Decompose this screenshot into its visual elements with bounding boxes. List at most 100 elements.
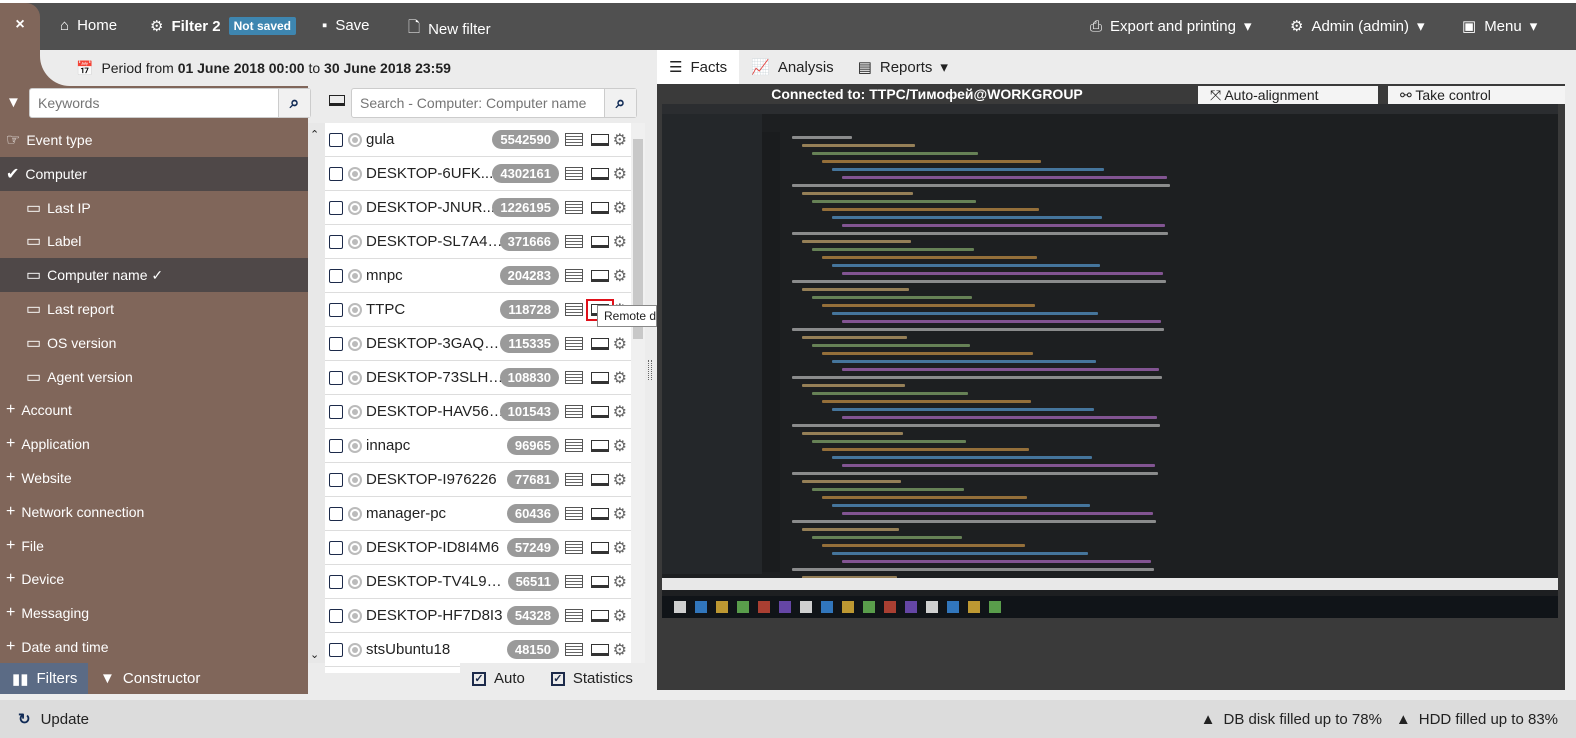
- auto-alignment-button[interactable]: ⤧ Auto-alignment: [1198, 86, 1378, 104]
- list-item[interactable]: gula 5542590 ⚙: [325, 123, 631, 157]
- gears-icon[interactable]: ⚙: [613, 572, 627, 592]
- details-icon[interactable]: [565, 439, 583, 452]
- tab-analysis[interactable]: 📈 Analysis: [739, 50, 846, 84]
- remote-desktop-icon[interactable]: [591, 473, 609, 486]
- sidebar-item[interactable]: + Messaging: [0, 596, 308, 630]
- row-checkbox[interactable]: [329, 234, 343, 249]
- row-checkbox[interactable]: [329, 200, 343, 215]
- list-item[interactable]: DESKTOP-HF7D8I3 54328 ⚙: [325, 599, 631, 633]
- details-icon[interactable]: [565, 473, 583, 486]
- keywords-input[interactable]: [30, 89, 278, 117]
- sidebar-item[interactable]: + Device: [0, 562, 308, 596]
- export-menu[interactable]: ⎙ Export and printing ▾: [1090, 17, 1251, 36]
- list-item[interactable]: DESKTOP-JNUR... 1226195 ⚙: [325, 191, 631, 225]
- details-icon[interactable]: [565, 133, 583, 146]
- remote-desktop-icon[interactable]: [591, 643, 609, 656]
- list-item[interactable]: DESKTOP-ID8I4M6 57249 ⚙: [325, 531, 631, 565]
- sidebar-item[interactable]: + File: [0, 529, 308, 563]
- list-item[interactable]: innapc 96965 ⚙: [325, 429, 631, 463]
- remote-screen[interactable]: [662, 104, 1558, 616]
- list-item[interactable]: DESKTOP-SL7A47M 371666 ⚙: [325, 225, 631, 259]
- row-checkbox[interactable]: [329, 608, 343, 623]
- list-item[interactable]: mnpc 204283 ⚙: [325, 259, 631, 293]
- list-item[interactable]: manager-pc 60436 ⚙: [325, 497, 631, 531]
- row-checkbox[interactable]: [329, 268, 343, 283]
- remote-desktop-icon[interactable]: [591, 371, 609, 384]
- sidebar-item[interactable]: ▭ Last IP: [0, 191, 308, 225]
- details-icon[interactable]: [565, 303, 583, 316]
- update-button[interactable]: Update: [41, 711, 89, 728]
- gears-icon[interactable]: ⚙: [613, 606, 627, 626]
- row-checkbox[interactable]: [329, 302, 343, 317]
- gears-icon[interactable]: ⚙: [613, 470, 627, 490]
- details-icon[interactable]: [565, 235, 583, 248]
- sidebar-item[interactable]: + Date and time: [0, 630, 308, 664]
- close-button[interactable]: ×: [0, 3, 40, 50]
- sidebar-item[interactable]: ▭ Label: [0, 224, 308, 258]
- remote-desktop-icon[interactable]: [591, 167, 609, 180]
- row-checkbox[interactable]: [329, 370, 343, 385]
- period-selector[interactable]: 📅 Period from 01 June 2018 00:00 to 30 J…: [40, 50, 657, 86]
- gears-icon[interactable]: ⚙: [613, 640, 627, 660]
- sidebar-item[interactable]: + Network connection: [0, 495, 308, 529]
- gears-icon[interactable]: ⚙: [613, 198, 627, 218]
- details-icon[interactable]: [565, 167, 583, 180]
- gears-icon[interactable]: ⚙: [613, 538, 627, 558]
- gears-icon[interactable]: ⚙: [613, 436, 627, 456]
- tab-reports[interactable]: ▤ Reports ▾: [846, 50, 960, 84]
- statistics-checkbox[interactable]: ✓: [550, 671, 565, 686]
- auto-checkbox[interactable]: ✓: [472, 671, 486, 686]
- remote-desktop-icon[interactable]: [591, 235, 609, 248]
- remote-desktop-icon[interactable]: [591, 575, 609, 588]
- gears-icon[interactable]: ⚙: [613, 232, 627, 252]
- tab-constructor[interactable]: ▼ Constructor: [88, 663, 212, 694]
- list-item[interactable]: TTPC118728⚙: [325, 293, 631, 327]
- take-control-button[interactable]: ⚯ Take control: [1388, 86, 1565, 104]
- row-checkbox[interactable]: [329, 540, 343, 555]
- details-icon[interactable]: [565, 643, 583, 656]
- gears-icon[interactable]: ⚙: [613, 334, 627, 354]
- sidebar-item[interactable]: ▭ OS version: [0, 326, 308, 360]
- tab-facts[interactable]: ☰ Facts: [657, 50, 740, 84]
- scroll-down-icon[interactable]: ⌄: [310, 648, 319, 661]
- sidebar-item[interactable]: + Website: [0, 461, 308, 495]
- list-item[interactable]: DESKTOP-TV4L9GC 56511 ⚙: [325, 565, 631, 599]
- sidebar-item[interactable]: + Application: [0, 427, 308, 461]
- sidebar-item[interactable]: ▭ Last report: [0, 292, 308, 326]
- remote-desktop-icon[interactable]: [591, 439, 609, 452]
- list-item[interactable]: DESKTOP-73SLHQE 108830 ⚙: [325, 361, 631, 395]
- list-item[interactable]: DESKTOP-6UFK... 4302161 ⚙: [325, 157, 631, 191]
- gears-icon[interactable]: ⚙: [613, 164, 627, 184]
- new-filter-button[interactable]: 🗋 New filter: [408, 17, 491, 42]
- details-icon[interactable]: [565, 371, 583, 384]
- details-icon[interactable]: [565, 405, 583, 418]
- row-checkbox[interactable]: [329, 438, 343, 453]
- row-checkbox[interactable]: [329, 336, 343, 351]
- gears-icon[interactable]: ⚙: [613, 504, 627, 524]
- list-item[interactable]: stsUbuntu18 48150 ⚙: [325, 633, 631, 667]
- details-icon[interactable]: [565, 269, 583, 282]
- details-icon[interactable]: [565, 507, 583, 520]
- row-checkbox[interactable]: [329, 506, 343, 521]
- row-checkbox[interactable]: [329, 642, 343, 657]
- search-button[interactable]: ⌕: [604, 89, 636, 117]
- row-checkbox[interactable]: [329, 472, 343, 487]
- sidebar-item[interactable]: ▭ Computer name ✓: [0, 258, 308, 293]
- search-button[interactable]: ⌕: [278, 89, 310, 117]
- remote-desktop-icon[interactable]: [591, 133, 609, 146]
- main-menu[interactable]: ▣ Menu ▾: [1462, 17, 1537, 36]
- remote-desktop-icon[interactable]: [591, 541, 609, 554]
- list-item[interactable]: DESKTOP-3GAQN... 115335 ⚙: [325, 327, 631, 361]
- row-checkbox[interactable]: [329, 404, 343, 419]
- save-button[interactable]: ▪ Save: [322, 17, 370, 34]
- remote-desktop-icon[interactable]: [591, 405, 609, 418]
- filter-title[interactable]: ⚙ Filter 2 Not saved: [150, 17, 296, 35]
- details-icon[interactable]: [565, 609, 583, 622]
- sidebar-item[interactable]: + Account: [0, 393, 308, 427]
- sidebar-scrollbar[interactable]: [308, 123, 325, 663]
- splitter-handle[interactable]: [648, 360, 652, 380]
- remote-desktop-icon[interactable]: [591, 507, 609, 520]
- computer-search-input[interactable]: [352, 89, 604, 117]
- sidebar-item[interactable]: ▭ Agent version: [0, 360, 308, 394]
- details-icon[interactable]: [565, 575, 583, 588]
